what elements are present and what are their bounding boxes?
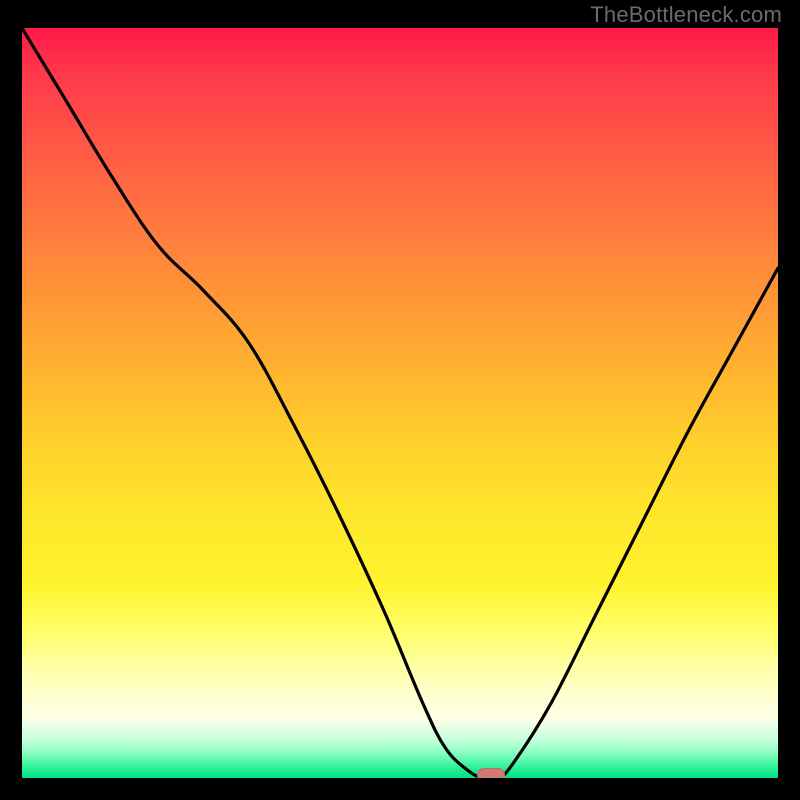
- optimum-marker: [477, 768, 505, 778]
- bottleneck-curve: [22, 28, 778, 778]
- plot-area: [22, 28, 778, 778]
- watermark-text: TheBottleneck.com: [590, 2, 782, 28]
- chart-frame: TheBottleneck.com: [0, 0, 800, 800]
